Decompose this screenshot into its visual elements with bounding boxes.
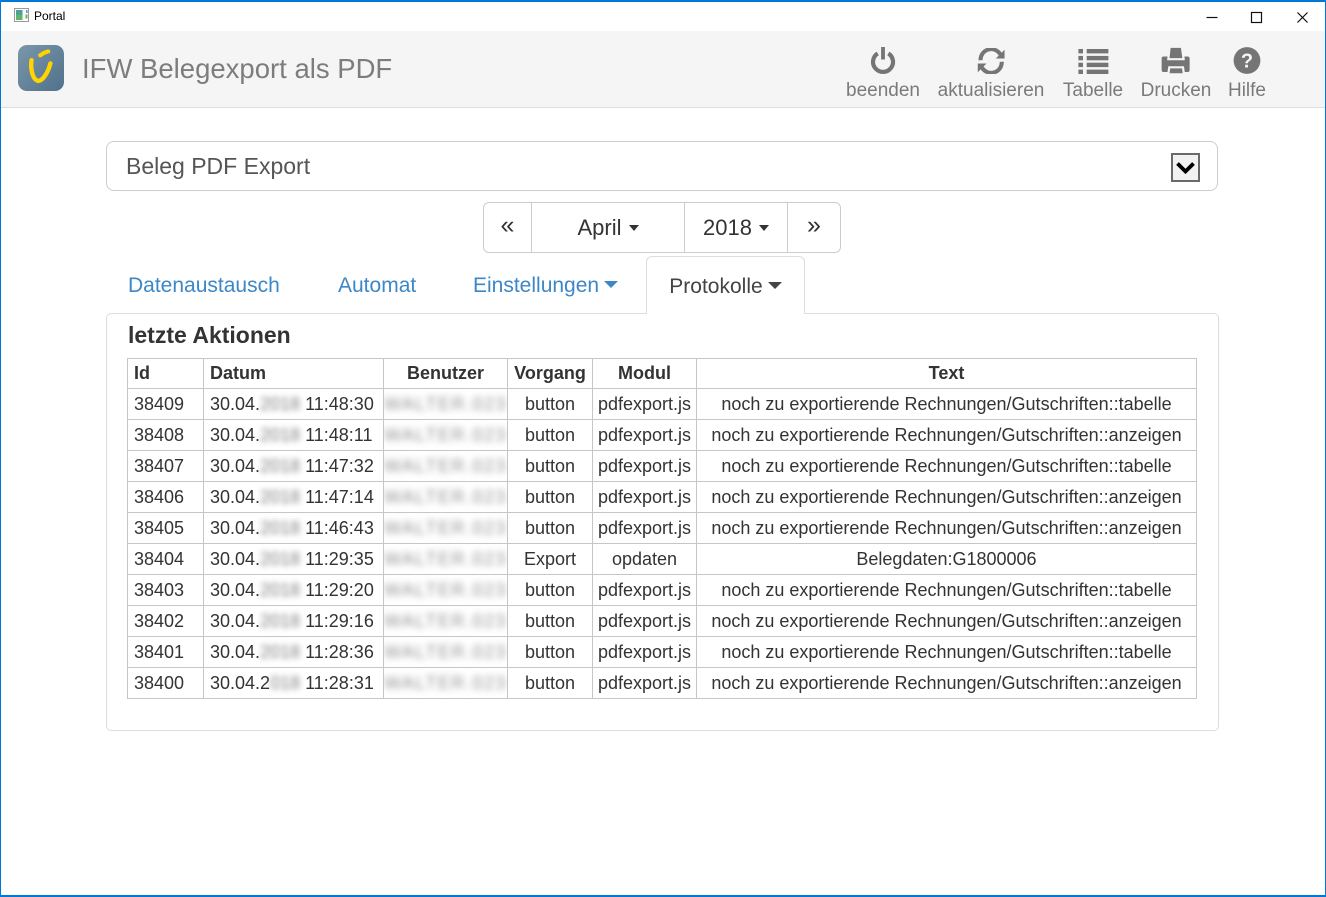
svg-text:?: ? [1241,51,1253,73]
